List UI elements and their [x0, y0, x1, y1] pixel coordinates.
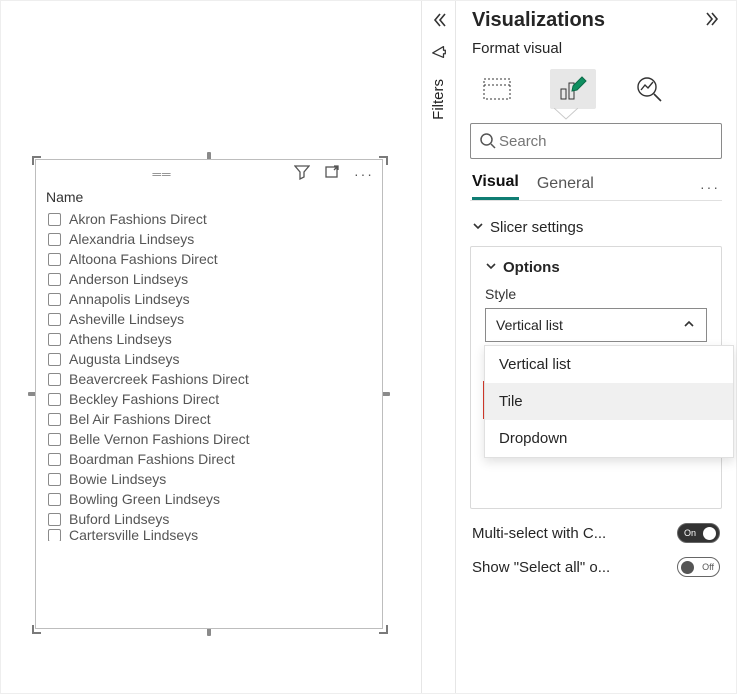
slicer-item-label: Belle Vernon Fashions Direct [69, 431, 250, 447]
tabs-more-icon[interactable]: ··· [700, 179, 720, 195]
style-option[interactable]: Vertical list [485, 346, 733, 383]
style-option[interactable]: Tile [485, 383, 733, 420]
checkbox[interactable] [48, 293, 61, 306]
checkbox[interactable] [48, 213, 61, 226]
more-options-icon[interactable]: ··· [354, 166, 374, 182]
style-dropdown-list: Vertical listTileDropdown [484, 345, 734, 458]
collapse-panel-icon[interactable] [704, 10, 722, 31]
checkbox[interactable] [48, 513, 61, 526]
slicer-item[interactable]: Belle Vernon Fashions Direct [48, 429, 376, 449]
checkbox[interactable] [48, 453, 61, 466]
slicer-item[interactable]: Akron Fashions Direct [48, 209, 376, 229]
style-option[interactable]: Dropdown [485, 420, 733, 457]
slicer-item[interactable]: Boardman Fashions Direct [48, 449, 376, 469]
chevron-down-icon [485, 259, 497, 276]
search-input[interactable] [497, 132, 713, 151]
slicer-item-label: Buford Lindseys [69, 511, 169, 527]
format-visual-tab-icon[interactable] [550, 69, 596, 109]
format-search[interactable] [470, 123, 722, 159]
tab-general[interactable]: General [537, 175, 594, 199]
slicer-item[interactable]: Beckley Fashions Direct [48, 389, 376, 409]
search-icon [479, 132, 497, 150]
slicer-item[interactable]: Bowie Lindseys [48, 469, 376, 489]
report-canvas[interactable]: ══ ··· Name Akron Fashions Direct Alexand… [1, 1, 422, 693]
checkbox[interactable] [48, 253, 61, 266]
slicer-item[interactable]: Altoona Fashions Direct [48, 249, 376, 269]
slicer-item-label: Beavercreek Fashions Direct [69, 371, 249, 387]
panel-title: Visualizations [472, 9, 605, 32]
filters-spine: Filters [422, 1, 456, 693]
checkbox[interactable] [48, 413, 61, 426]
panel-subtitle: Format visual [456, 38, 736, 63]
checkbox[interactable] [48, 393, 61, 406]
slicer-item-label: Bel Air Fashions Direct [69, 411, 211, 427]
options-card: Options Style Vertical list Vertical lis… [470, 246, 722, 509]
slicer-item[interactable]: Bowling Green Lindseys [48, 489, 376, 509]
slicer-item[interactable]: Alexandria Lindseys [48, 229, 376, 249]
slicer-item[interactable]: Buford Lindseys [48, 509, 376, 529]
select-all-label: Show "Select all" o... [472, 559, 610, 576]
checkbox[interactable] [48, 493, 61, 506]
select-all-toggle[interactable]: Off [677, 557, 720, 577]
slicer-item-label: Beckley Fashions Direct [69, 391, 219, 407]
style-selected-value: Vertical list [496, 317, 563, 333]
slicer-item-label: Anderson Lindseys [69, 271, 188, 287]
slicer-item[interactable]: Athens Lindseys [48, 329, 376, 349]
toggle-off-text: Off [702, 562, 714, 572]
multi-select-toggle[interactable]: On [677, 523, 720, 543]
slicer-item[interactable]: Augusta Lindseys [48, 349, 376, 369]
slicer-item-label: Bowie Lindseys [69, 471, 166, 487]
slicer-item-label: Asheville Lindseys [69, 311, 184, 327]
slicer-visual[interactable]: ══ ··· Name Akron Fashions Direct Alexand… [35, 159, 383, 629]
checkbox[interactable] [48, 333, 61, 346]
slicer-field-title: Name [36, 187, 382, 209]
chevron-up-icon [682, 317, 696, 334]
checkbox[interactable] [48, 313, 61, 326]
filter-icon[interactable] [294, 164, 310, 183]
slicer-item-label: Athens Lindseys [69, 331, 172, 347]
slicer-item[interactable]: Cartersville Lindseys [48, 529, 376, 541]
slicer-list[interactable]: Akron Fashions Direct Alexandria Lindseys… [36, 209, 382, 628]
slicer-item-label: Augusta Lindseys [69, 351, 180, 367]
checkbox[interactable] [48, 233, 61, 246]
checkbox[interactable] [48, 529, 61, 541]
slicer-item[interactable]: Annapolis Lindseys [48, 289, 376, 309]
expand-filters-icon[interactable] [430, 11, 448, 29]
slicer-item-label: Akron Fashions Direct [69, 211, 207, 227]
slicer-item-label: Cartersville Lindseys [69, 529, 198, 541]
slicer-item[interactable]: Anderson Lindseys [48, 269, 376, 289]
analytics-tab-icon[interactable] [626, 69, 672, 109]
toggle-on-text: On [684, 528, 696, 538]
checkbox[interactable] [48, 273, 61, 286]
filters-label[interactable]: Filters [430, 79, 447, 120]
options-label: Options [503, 259, 560, 276]
filters-pane-icon[interactable] [430, 43, 448, 61]
style-label: Style [485, 286, 707, 302]
slicer-item-label: Altoona Fashions Direct [69, 251, 218, 267]
slicer-item-label: Bowling Green Lindseys [69, 491, 220, 507]
slicer-selection-frame[interactable]: ══ ··· Name Akron Fashions Direct Alexand… [35, 159, 383, 629]
slicer-item-label: Boardman Fashions Direct [69, 451, 235, 467]
checkbox[interactable] [48, 373, 61, 386]
checkbox[interactable] [48, 433, 61, 446]
slicer-item[interactable]: Beavercreek Fashions Direct [48, 369, 376, 389]
visualizations-panel: Visualizations Format visual Visual Ge [456, 1, 736, 693]
drag-grip-icon[interactable]: ══ [152, 167, 171, 181]
slicer-item[interactable]: Bel Air Fashions Direct [48, 409, 376, 429]
chevron-down-icon [472, 219, 484, 236]
options-header[interactable]: Options [485, 259, 707, 276]
checkbox[interactable] [48, 473, 61, 486]
slicer-item-label: Annapolis Lindseys [69, 291, 190, 307]
checkbox[interactable] [48, 353, 61, 366]
style-dropdown[interactable]: Vertical list [485, 308, 707, 342]
slicer-item[interactable]: Asheville Lindseys [48, 309, 376, 329]
multi-select-label: Multi-select with C... [472, 525, 606, 542]
tab-visual[interactable]: Visual [472, 173, 519, 200]
slicer-settings-header[interactable]: Slicer settings [472, 219, 720, 236]
slicer-settings-label: Slicer settings [490, 219, 583, 236]
focus-mode-icon[interactable] [324, 164, 340, 183]
build-visual-tab-icon[interactable] [474, 69, 520, 109]
slicer-item-label: Alexandria Lindseys [69, 231, 194, 247]
